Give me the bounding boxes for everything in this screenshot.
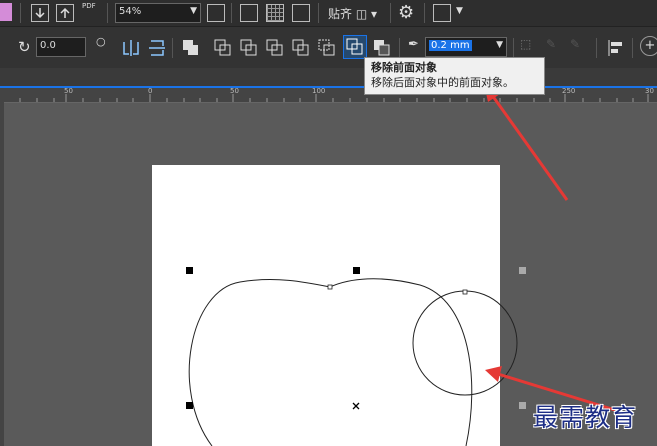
snap-options-icon: ◫ ▾ [355,7,378,21]
rotation-angle-input[interactable]: 0.0 [36,37,86,57]
standard-toolbar: PDF 54% ▼ 贴齐 ◫ ▾ ⚙ ▼ [0,0,657,26]
toolbar-spacer [0,68,657,86]
ruler-tick-label: 100 [312,87,326,95]
ruler-tick-label: 250 [562,87,576,95]
ruler-tick-label: 30 [645,87,654,95]
tooltip-title: 移除前面对象 [371,61,437,74]
separator [318,3,319,23]
outline-width-value: 0.2 mm [429,40,472,51]
show-grid-icon[interactable] [266,4,284,22]
zoom-level-select[interactable]: 54% ▼ [115,3,201,23]
tooltip: 移除前面对象 移除后面对象中的前面对象。 [364,57,545,95]
mirror-vertical-icon[interactable] [146,37,168,59]
pen-nib-icon: ✒ [408,37,419,52]
outline-width-select[interactable]: 0.2 mm ▼ [425,37,507,57]
zoom-value: 54% [119,6,142,17]
chevron-down-icon: ▼ [190,6,197,16]
red-arrow-up [490,94,569,201]
combine-icon[interactable] [180,37,202,59]
import-icon[interactable] [31,4,49,22]
intersect-icon[interactable] [264,37,286,59]
selection-handle[interactable] [186,402,193,409]
show-rulers-icon[interactable] [240,4,258,22]
chevron-down-icon: ▼ [496,40,503,50]
property-bar: ↻ 0.0 ○ ✒ 0.2 mm ▼ ⬚ ✎ ✎ + [0,26,657,69]
document-page[interactable] [152,165,500,446]
front-minus-back-button[interactable] [343,35,367,59]
trim-icon[interactable] [238,37,260,59]
full-screen-icon[interactable] [207,4,225,22]
separator [390,3,391,23]
add-icon[interactable]: + [640,36,657,56]
align-distribute-icon[interactable] [604,37,626,59]
selection-handle[interactable] [353,267,360,274]
separator [231,3,232,23]
mirror-horizontal-icon[interactable] [120,37,142,59]
separator [632,38,633,58]
chevron-down-icon[interactable]: ▼ [456,6,463,16]
object-origin-icon[interactable]: ⬚ [520,37,542,59]
separator [424,3,425,23]
selection-handle[interactable] [519,267,526,274]
degree-icon: ○ [96,35,106,48]
separator [513,38,514,58]
vertical-ruler [0,102,4,446]
simplify-icon[interactable] [290,37,312,59]
separator [596,38,597,58]
selection-handle[interactable] [186,267,193,274]
rotation-icon: ↻ [18,38,31,56]
separator [399,38,400,58]
launch-menu-icon[interactable] [433,4,451,22]
pink-tool-icon[interactable] [0,3,12,21]
separator [172,38,173,58]
rotation-value: 0.0 [40,40,56,51]
selection-handle[interactable] [519,402,526,409]
ruler-tick-label: 50 [230,87,239,95]
disabled-tool-icon: ✎ [570,37,581,51]
ruler-tick-label: 0 [148,87,153,95]
separator [20,3,21,23]
show-guidelines-icon[interactable] [292,4,310,22]
weld-icon[interactable] [212,37,234,59]
disabled-tool-icon: ✎ [546,37,557,51]
tooltip-description: 移除后面对象中的前面对象。 [371,76,514,89]
snap-to-menu[interactable]: 贴齐 ◫ ▾ [328,5,377,22]
watermark: 最需教育 [533,403,638,432]
export-icon[interactable] [56,4,74,22]
snap-label: 贴齐 [328,7,353,21]
pdf-publish-button[interactable]: PDF [82,2,100,22]
pdf-label: PDF [82,2,96,10]
gear-icon[interactable]: ⚙ [398,2,414,23]
boundary-icon[interactable] [371,37,393,59]
separator [107,3,108,23]
back-minus-front-icon[interactable] [316,37,338,59]
horizontal-ruler: 50 0 50 100 250 30 [0,86,657,103]
ruler-tick-label: 50 [64,87,73,95]
